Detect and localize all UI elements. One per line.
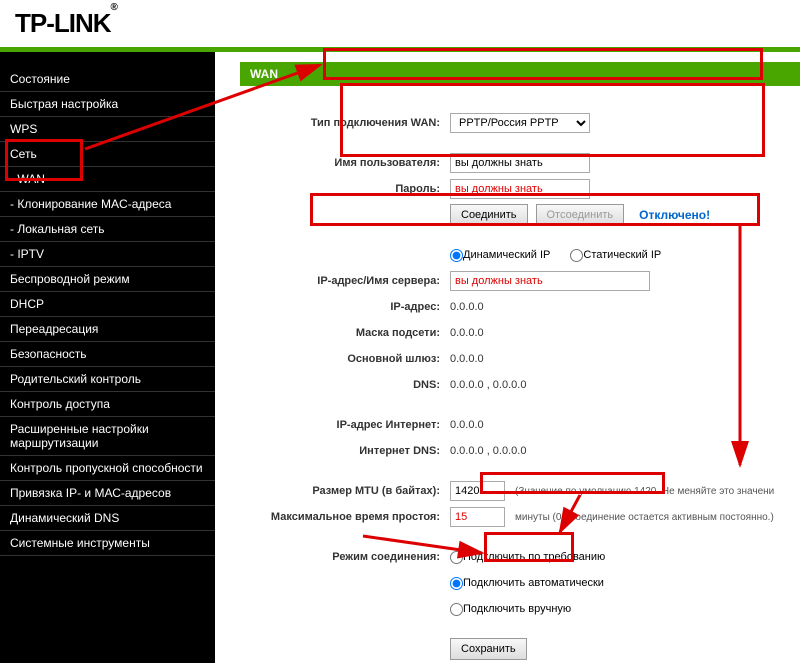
username-label: Имя пользователя: <box>240 157 450 169</box>
sidebar-item-lan[interactable]: - Локальная сеть <box>0 217 215 242</box>
connmode-manual-radio[interactable] <box>450 603 463 616</box>
sidebar: Состояние Быстрая настройка WPS Сеть - W… <box>0 52 215 663</box>
connection-status: Отключено! <box>639 208 710 222</box>
wan-form: Тип подключения WAN: PPTP/Россия PPTP Им… <box>240 111 800 661</box>
connmode-auto-label: Подключить автоматически <box>463 577 604 589</box>
sidebar-item-access[interactable]: Контроль доступа <box>0 392 215 417</box>
sidebar-item-iptv[interactable]: - IPTV <box>0 242 215 267</box>
mtu-hint: (Значение по умолчанию 1420. Не меняйте … <box>515 486 774 497</box>
ip-value: 0.0.0.0 <box>450 301 484 313</box>
save-button[interactable]: Сохранить <box>450 638 527 660</box>
connect-button[interactable]: Соединить <box>450 204 528 226</box>
idle-input[interactable] <box>450 507 505 527</box>
page-title: WAN <box>240 62 800 86</box>
sidebar-item-dhcp[interactable]: DHCP <box>0 292 215 317</box>
gateway-label: Основной шлюз: <box>240 353 450 365</box>
dynamic-ip-radio[interactable] <box>450 249 463 262</box>
server-label: IP-адрес/Имя сервера: <box>240 275 450 287</box>
sidebar-item-security[interactable]: Безопасность <box>0 342 215 367</box>
wan-type-label: Тип подключения WAN: <box>240 117 450 129</box>
connmode-manual-label: Подключить вручную <box>463 603 571 615</box>
connmode-demand-label: Подключить по требованию <box>463 551 605 563</box>
sidebar-item-forwarding[interactable]: Переадресация <box>0 317 215 342</box>
mtu-label: Размер MTU (в байтах): <box>240 485 450 497</box>
sidebar-item-macclone[interactable]: - Клонирование MAC-адреса <box>0 192 215 217</box>
wan-type-select[interactable]: PPTP/Россия PPTP <box>450 113 590 133</box>
sidebar-item-routing[interactable]: Расширенные настройки маршрутизации <box>0 417 215 456</box>
gateway-value: 0.0.0.0 <box>450 353 484 365</box>
sidebar-item-bandwidth[interactable]: Контроль пропускной способности <box>0 456 215 481</box>
sidebar-item-network[interactable]: Сеть <box>0 142 215 167</box>
sidebar-item-wireless[interactable]: Беспроводной режим <box>0 267 215 292</box>
static-ip-label: Статический IP <box>583 249 661 261</box>
connmode-demand-radio[interactable] <box>450 551 463 564</box>
dynamic-ip-label: Динамический IP <box>463 249 550 261</box>
dns-value: 0.0.0.0 , 0.0.0.0 <box>450 379 526 391</box>
idle-label: Максимальное время простоя: <box>240 511 450 523</box>
inetip-value: 0.0.0.0 <box>450 419 484 431</box>
password-input[interactable] <box>450 179 590 199</box>
sidebar-item-ipmac[interactable]: Привязка IP- и МАС-адресов <box>0 481 215 506</box>
sidebar-item-wps[interactable]: WPS <box>0 117 215 142</box>
connmode-auto-radio[interactable] <box>450 577 463 590</box>
sidebar-item-parental[interactable]: Родительский контроль <box>0 367 215 392</box>
mask-value: 0.0.0.0 <box>450 327 484 339</box>
server-input[interactable] <box>450 271 650 291</box>
sidebar-item-quicksetup[interactable]: Быстрая настройка <box>0 92 215 117</box>
connmode-label: Режим соединения: <box>240 551 450 563</box>
idle-hint: минуты (0 - соединение остается активным… <box>515 512 774 523</box>
inetip-label: IP-адрес Интернет: <box>240 419 450 431</box>
brand-logo: TP-LINK® <box>15 8 117 38</box>
static-ip-radio[interactable] <box>570 249 583 262</box>
disconnect-button[interactable]: Отсоединить <box>536 204 625 226</box>
content-area: WAN Тип подключения WAN: PPTP/Россия PPT… <box>215 52 800 663</box>
inetdns-value: 0.0.0.0 , 0.0.0.0 <box>450 445 526 457</box>
mask-label: Маска подсети: <box>240 327 450 339</box>
sidebar-item-wan[interactable]: - WAN <box>0 167 215 192</box>
inetdns-label: Интернет DNS: <box>240 445 450 457</box>
ip-label: IP-адрес: <box>240 301 450 313</box>
password-label: Пароль: <box>240 183 450 195</box>
header: TP-LINK® <box>0 0 800 52</box>
username-input[interactable] <box>450 153 590 173</box>
dns-label: DNS: <box>240 379 450 391</box>
sidebar-item-system[interactable]: Системные инструменты <box>0 531 215 556</box>
mtu-input[interactable] <box>450 481 505 501</box>
sidebar-item-status[interactable]: Состояние <box>0 67 215 92</box>
sidebar-item-ddns[interactable]: Динамический DNS <box>0 506 215 531</box>
